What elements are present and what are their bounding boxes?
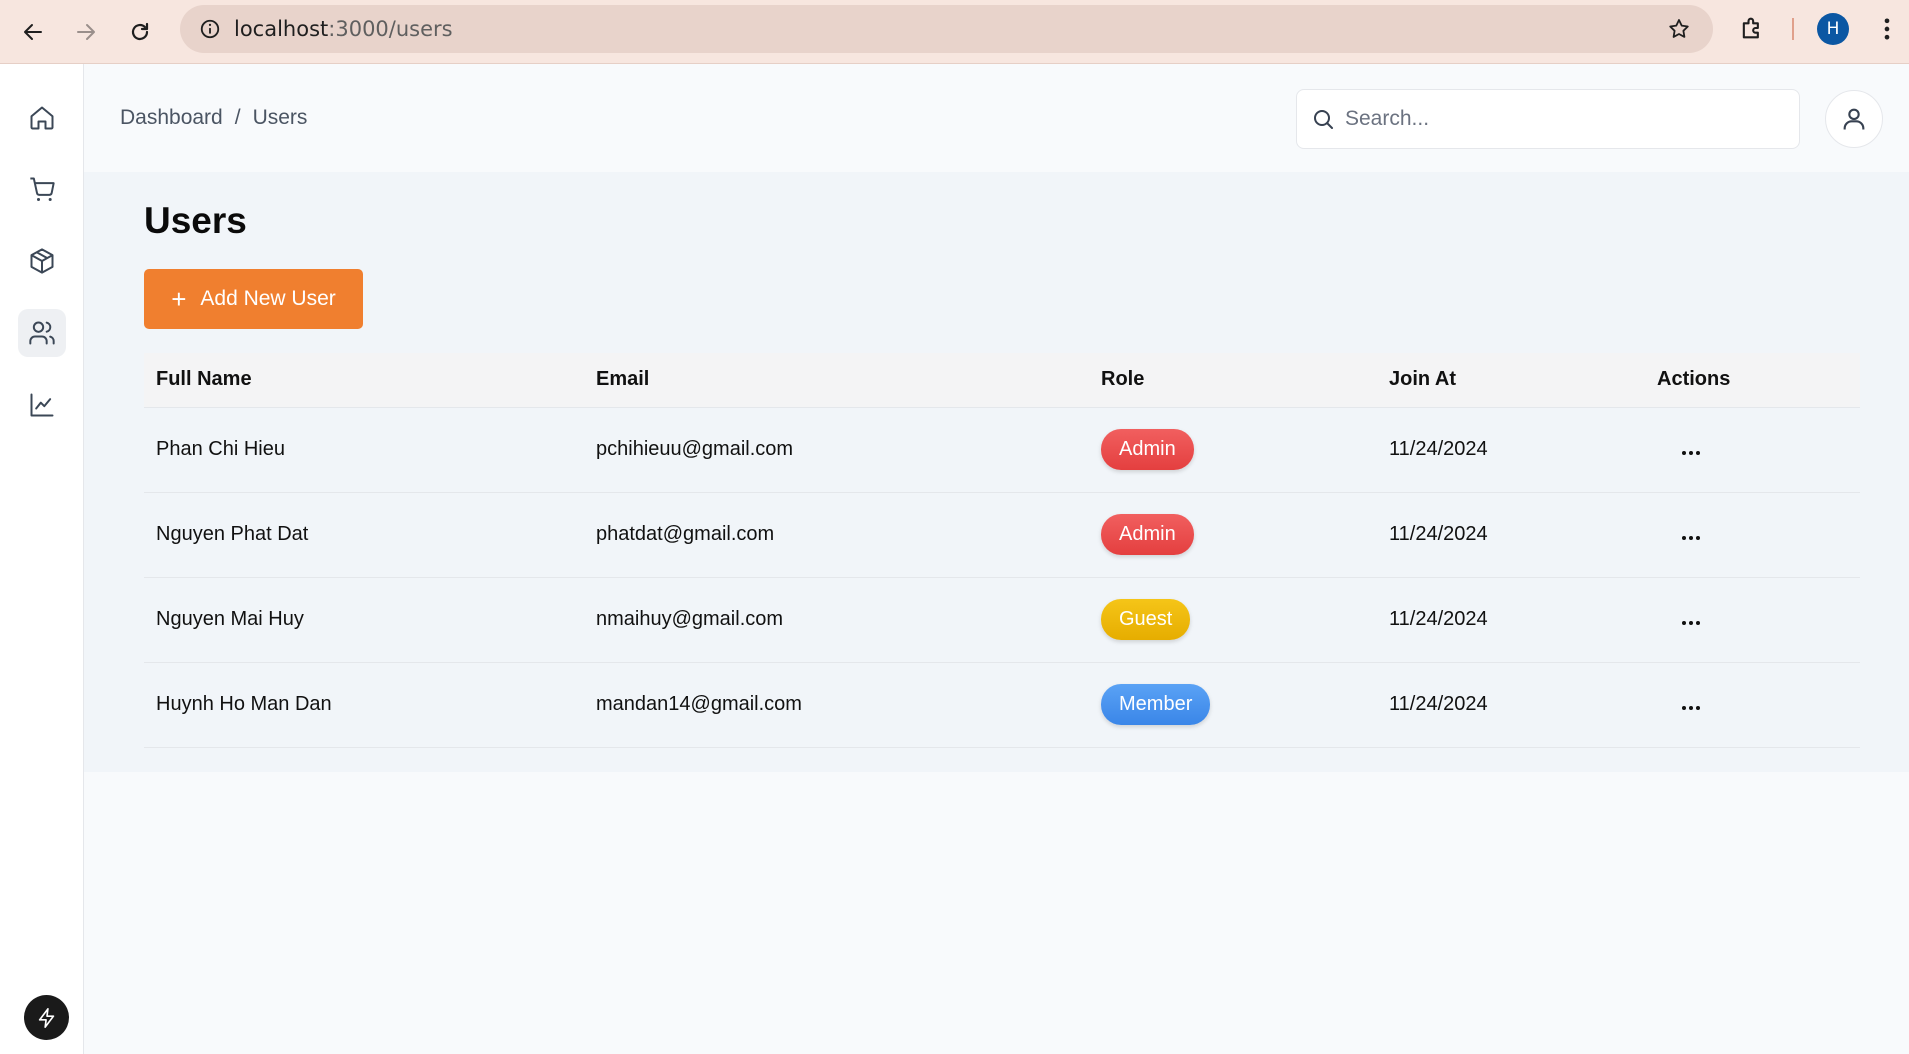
arrow-left-icon (24, 24, 42, 40)
sidebar-item-products[interactable] (18, 237, 66, 285)
cell-join-at: 11/24/2024 (1389, 438, 1488, 460)
cell-actions (1645, 407, 1860, 492)
table-header-row: Full Name Email Role Join At Actions (144, 353, 1860, 407)
user-icon (1843, 108, 1865, 130)
breadcrumb-dashboard[interactable]: Dashboard (120, 106, 223, 130)
column-header-role[interactable]: Role (1089, 353, 1377, 407)
cell-join-at: 11/24/2024 (1389, 523, 1488, 545)
cell-full-name: Nguyen Mai Huy (156, 608, 304, 630)
more-actions-icon[interactable] (1676, 530, 1706, 546)
cell-actions (1645, 492, 1860, 577)
account-button[interactable] (1825, 90, 1883, 148)
url-text: localhost:3000/users (234, 17, 453, 41)
role-badge: Guest (1101, 599, 1191, 640)
sidebar-item-orders[interactable] (18, 165, 66, 213)
cart-icon (30, 177, 55, 202)
cell-role: Admin (1089, 407, 1377, 492)
cell-full-name: Nguyen Phat Dat (156, 523, 309, 545)
cell-join-at: 11/24/2024 (1389, 693, 1488, 715)
cell-full-name: Huynh Ho Man Dan (156, 693, 332, 715)
arrow-right-icon (77, 24, 95, 40)
cell-email: nmaihuy@gmail.com (596, 608, 784, 630)
reload-button[interactable] (120, 12, 160, 52)
cell-actions (1645, 577, 1860, 662)
url-path: :3000/users (328, 17, 453, 41)
page-title: Users (144, 200, 247, 241)
users-table: Full Name Email Role Join At Actions Pha… (144, 353, 1860, 748)
main-content: Users + Add New User Full Name Email Rol… (84, 172, 1909, 772)
cell-role: Member (1089, 662, 1377, 747)
address-bar[interactable]: localhost:3000/users (180, 5, 1713, 53)
browser-menu-icon[interactable] (1873, 14, 1901, 44)
plus-icon: + (171, 284, 187, 314)
bolt-icon (38, 1007, 54, 1028)
cell-role: Guest (1089, 577, 1377, 662)
more-actions-icon[interactable] (1676, 615, 1706, 631)
cell-email: phatdat@gmail.com (596, 523, 775, 545)
breadcrumb-separator: / (234, 106, 241, 129)
role-badge: Admin (1101, 514, 1194, 555)
table-row: Huynh Ho Man Dan mandan14@gmail.com Memb… (144, 662, 1860, 747)
toolbar-divider (1792, 18, 1794, 40)
dev-tools-button[interactable] (24, 995, 69, 1040)
column-header-email[interactable]: Email (584, 353, 1089, 407)
sidebar-item-analytics[interactable] (18, 381, 66, 429)
chart-line-icon (30, 393, 54, 417)
reload-icon (131, 22, 149, 41)
column-header-actions: Actions (1657, 368, 1731, 391)
search-icon (1314, 110, 1333, 129)
cell-join-at: 11/24/2024 (1389, 608, 1488, 630)
table-row: Nguyen Mai Huy nmaihuy@gmail.com Guest 1… (144, 577, 1860, 662)
profile-avatar[interactable]: H (1817, 13, 1849, 45)
cell-actions (1645, 662, 1860, 747)
users-icon (29, 321, 55, 345)
search-box[interactable] (1296, 89, 1800, 149)
add-user-label: Add New User (200, 287, 336, 310)
role-badge: Member (1101, 684, 1211, 725)
table-row: Phan Chi Hieu pchihieuu@gmail.com Admin … (144, 407, 1860, 492)
more-actions-icon[interactable] (1676, 700, 1706, 716)
add-user-button[interactable]: + Add New User (144, 269, 363, 329)
more-actions-icon[interactable] (1676, 445, 1706, 461)
cell-full-name: Phan Chi Hieu (156, 438, 285, 460)
cell-email: pchihieuu@gmail.com (596, 438, 794, 460)
cell-role: Admin (1089, 492, 1377, 577)
role-badge: Admin (1101, 429, 1194, 470)
extensions-icon[interactable] (1738, 14, 1766, 42)
search-input[interactable] (1345, 107, 1765, 131)
sidebar-item-home[interactable] (18, 94, 66, 142)
package-icon (30, 248, 54, 274)
browser-toolbar: localhost:3000/users H (0, 0, 1909, 64)
column-header-full-name[interactable]: Full Name (144, 353, 584, 407)
site-info-icon[interactable] (186, 18, 234, 40)
bookmark-star-icon[interactable] (1667, 17, 1691, 41)
table-row: Nguyen Phat Dat phatdat@gmail.com Admin … (144, 492, 1860, 577)
back-button[interactable] (13, 12, 53, 52)
home-icon (30, 106, 54, 130)
sidebar-item-users[interactable] (18, 309, 66, 357)
page-header: Dashboard / Users (84, 64, 1909, 172)
forward-button[interactable] (66, 12, 106, 52)
breadcrumb-users: Users (252, 106, 308, 129)
column-header-join-at[interactable]: Join At (1377, 353, 1645, 407)
url-host: localhost (234, 17, 329, 41)
cell-email: mandan14@gmail.com (596, 693, 802, 715)
breadcrumb: Dashboard / Users (120, 106, 307, 130)
app-sidebar (0, 64, 84, 1054)
